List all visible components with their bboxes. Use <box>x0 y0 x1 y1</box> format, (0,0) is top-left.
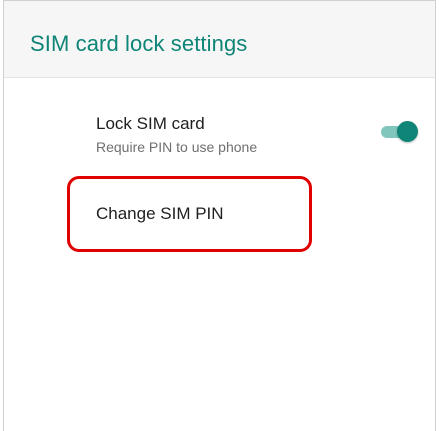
lock-sim-card-preference[interactable]: Lock SIM card Require PIN to use phone <box>4 101 435 171</box>
lock-sim-card-summary: Require PIN to use phone <box>96 139 258 155</box>
page-title: SIM card lock settings <box>30 31 248 56</box>
lock-sim-card-switch[interactable] <box>381 121 418 143</box>
settings-screen: SIM card lock settings Lock SIM card Req… <box>3 0 436 431</box>
switch-thumb <box>397 121 418 142</box>
change-sim-pin-preference[interactable]: Change SIM PIN <box>4 176 435 256</box>
app-bar: SIM card lock settings <box>4 1 435 78</box>
change-sim-pin-title: Change SIM PIN <box>96 204 224 223</box>
lock-sim-card-title: Lock SIM card <box>96 114 205 133</box>
